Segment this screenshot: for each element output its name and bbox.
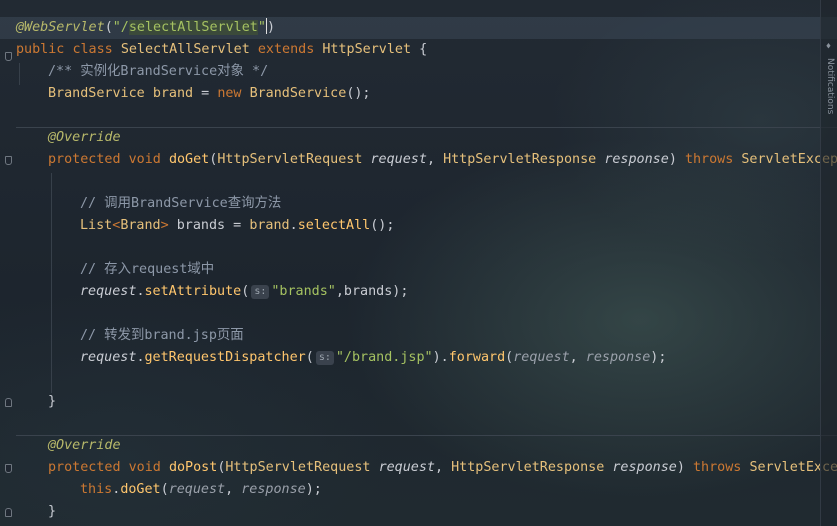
bell-icon[interactable]: ♦ [824, 40, 833, 54]
code-line-23[interactable]: } [48, 501, 56, 523]
class-name: SelectAllServlet [120, 42, 250, 57]
code-line-20[interactable]: @Override [48, 435, 121, 457]
annotation-token: @WebServlet [16, 20, 105, 35]
code-line-6[interactable]: @Override [48, 127, 121, 149]
code-line-9[interactable]: // 调用BrandService查询方法 [80, 193, 281, 215]
gutter [0, 0, 16, 526]
notifications-tab[interactable]: Notifications [823, 58, 835, 114]
method-separator [16, 127, 837, 128]
fold-toggle-icon[interactable] [5, 508, 12, 517]
highlighted-string: selectAllServlet [128, 20, 258, 35]
fold-toggle-icon[interactable] [5, 52, 12, 61]
method-name: doGet [168, 152, 210, 167]
method-separator [16, 435, 837, 436]
fold-toggle-icon[interactable] [5, 156, 12, 165]
code-line-1[interactable]: @WebServlet("/selectAllServlet") [0, 17, 837, 39]
fold-toggle-icon[interactable] [5, 464, 12, 473]
code-editor[interactable]: @WebServlet("/selectAllServlet") public … [0, 0, 837, 526]
code-line-16[interactable]: request.getRequestDispatcher(s: "/brand.j… [80, 347, 666, 369]
code-line-18[interactable]: } [48, 391, 56, 413]
parameter-hint: s: [315, 351, 334, 365]
code-line-13[interactable]: request.setAttribute(s: "brands",brands); [80, 281, 408, 303]
code-line-2[interactable]: public class SelectAllServlet extends Ht… [16, 39, 427, 61]
method-name: doPost [168, 460, 218, 475]
code-line-12[interactable]: // 存入request域中 [80, 259, 214, 281]
parameter-hint: s: [251, 285, 270, 299]
code-line-7[interactable]: protected void doGet(HttpServletRequest … [48, 149, 837, 171]
code-line-10[interactable]: List<Brand> brands = brand.selectAll(); [80, 215, 394, 237]
code-line-3[interactable]: /** 实例化BrandService对象 */ [48, 61, 268, 83]
code-line-4[interactable]: BrandService brand = new BrandService(); [48, 83, 371, 105]
code-line-15[interactable]: // 转发到brand.jsp页面 [80, 325, 244, 347]
right-tool-strip: ♦ Notifications [820, 0, 837, 526]
fold-toggle-icon[interactable] [5, 398, 12, 407]
indent-guide [51, 173, 52, 393]
doc-comment: /** 实例化BrandService对象 */ [48, 64, 269, 79]
code-line-21[interactable]: protected void doPost(HttpServletRequest… [48, 457, 837, 479]
indent-guide [19, 63, 20, 85]
code-line-22[interactable]: this.doGet(request, response); [80, 479, 322, 501]
